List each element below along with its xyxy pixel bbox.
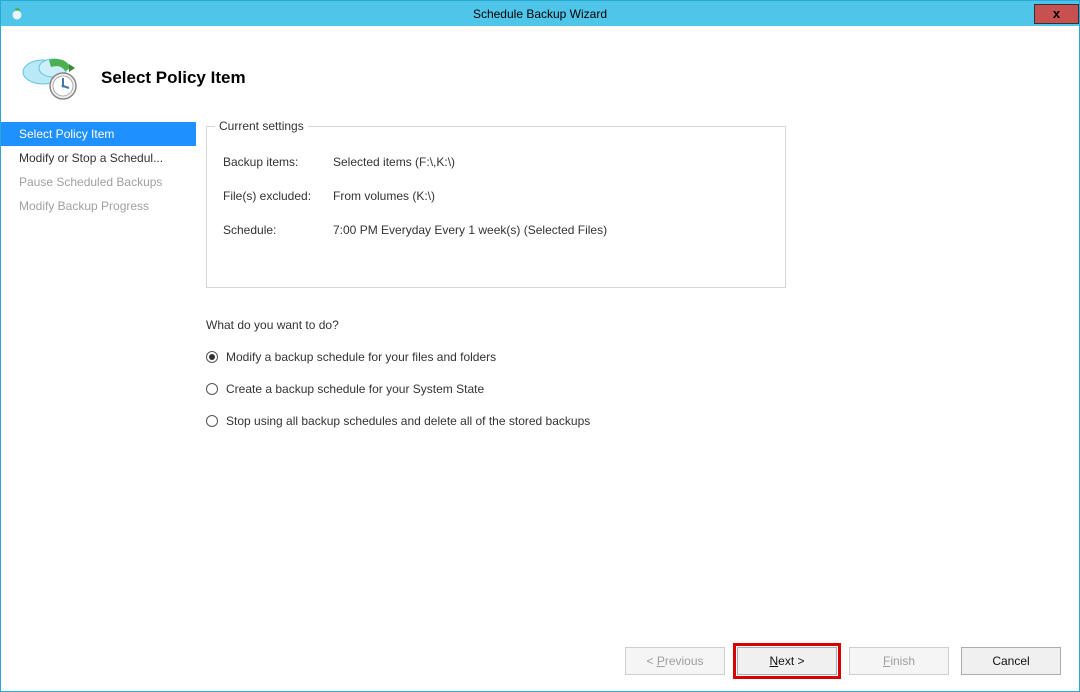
- backup-items-value: Selected items (F:\,K:\): [333, 155, 455, 169]
- wizard-content: Current settings Backup items: Selected …: [196, 122, 1079, 637]
- option-create[interactable]: Create a backup schedule for your System…: [206, 382, 1049, 396]
- radio-icon: [206, 383, 218, 395]
- wizard-nav: Select Policy Item Modify or Stop a Sche…: [1, 122, 196, 637]
- option-modify-label: Modify a backup schedule for your files …: [226, 350, 496, 364]
- finish-button: Finish: [849, 647, 949, 675]
- wizard-footer: < Previous Next > Finish Cancel: [1, 637, 1079, 691]
- nav-pause-scheduled: Pause Scheduled Backups: [1, 170, 196, 194]
- question-label: What do you want to do?: [206, 318, 1049, 332]
- wizard-header-icon: [21, 54, 77, 102]
- option-stop[interactable]: Stop using all backup schedules and dele…: [206, 414, 1049, 428]
- wizard-header: Select Policy Item: [1, 26, 1079, 122]
- page-title: Select Policy Item: [101, 68, 246, 88]
- files-excluded-label: File(s) excluded:: [223, 189, 333, 203]
- backup-items-row: Backup items: Selected items (F:\,K:\): [223, 155, 769, 169]
- option-create-label: Create a backup schedule for your System…: [226, 382, 484, 396]
- next-button[interactable]: Next >: [737, 647, 837, 675]
- nav-modify-progress: Modify Backup Progress: [1, 194, 196, 218]
- window-title: Schedule Backup Wizard: [1, 7, 1079, 21]
- schedule-row: Schedule: 7:00 PM Everyday Every 1 week(…: [223, 223, 769, 237]
- schedule-value: 7:00 PM Everyday Every 1 week(s) (Select…: [333, 223, 607, 237]
- radio-icon: [206, 351, 218, 363]
- current-settings-title: Current settings: [215, 119, 308, 133]
- radio-icon: [206, 415, 218, 427]
- wizard-body: Select Policy Item Modify or Stop a Sche…: [1, 122, 1079, 637]
- app-icon: [7, 4, 27, 24]
- wizard-window: Schedule Backup Wizard x Select Policy I…: [0, 0, 1080, 692]
- files-excluded-value: From volumes (K:\): [333, 189, 435, 203]
- titlebar: Schedule Backup Wizard x: [1, 1, 1079, 26]
- option-stop-label: Stop using all backup schedules and dele…: [226, 414, 590, 428]
- previous-button: < Previous: [625, 647, 725, 675]
- current-settings-group: Current settings Backup items: Selected …: [206, 126, 786, 288]
- files-excluded-row: File(s) excluded: From volumes (K:\): [223, 189, 769, 203]
- option-modify[interactable]: Modify a backup schedule for your files …: [206, 350, 1049, 364]
- close-button[interactable]: x: [1034, 4, 1079, 24]
- nav-modify-or-stop[interactable]: Modify or Stop a Schedul...: [1, 146, 196, 170]
- backup-items-label: Backup items:: [223, 155, 333, 169]
- cancel-button[interactable]: Cancel: [961, 647, 1061, 675]
- schedule-label: Schedule:: [223, 223, 333, 237]
- nav-select-policy-item[interactable]: Select Policy Item: [1, 122, 196, 146]
